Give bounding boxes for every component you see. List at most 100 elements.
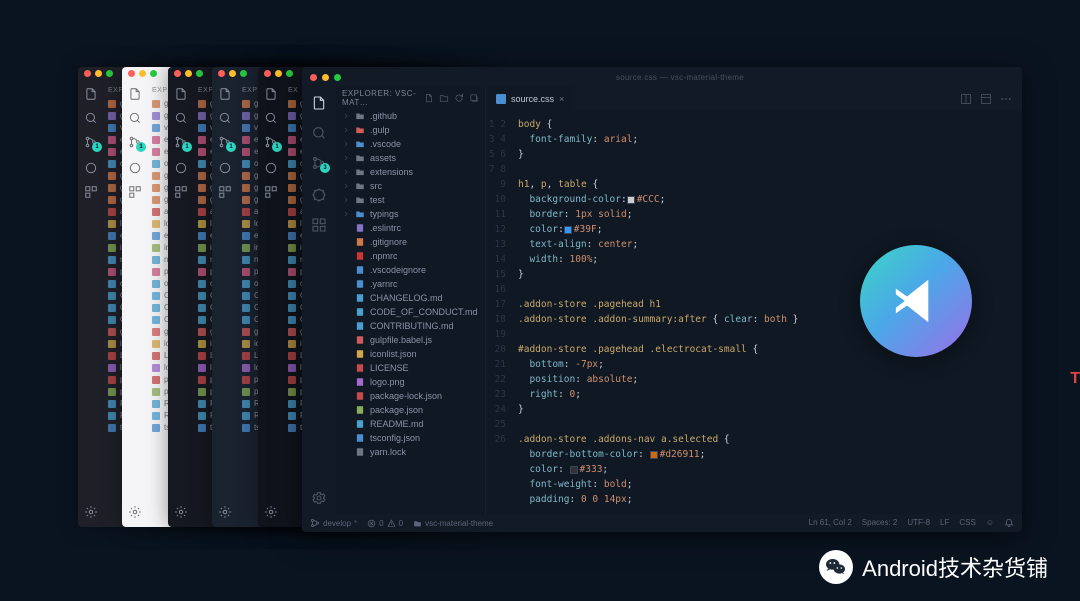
encoding[interactable]: UTF-8 [907, 518, 930, 528]
files-icon[interactable] [264, 87, 278, 101]
file-item[interactable]: logo.png [336, 375, 485, 389]
file-item[interactable]: .yarnrc [336, 277, 485, 291]
file-item[interactable]: README.md [336, 417, 485, 431]
folder-item[interactable]: src [336, 179, 485, 193]
file-item[interactable]: iconlist.json [336, 347, 485, 361]
gear-icon[interactable] [128, 505, 142, 519]
debug-icon[interactable] [174, 161, 188, 175]
collapse-all-icon[interactable] [469, 93, 479, 103]
extensions-icon[interactable] [311, 217, 327, 233]
chevron-right-icon [342, 196, 350, 204]
explorer-sidebar: EXPLORER: VSC-MAT… .github.gulp.vscodeas… [336, 87, 486, 514]
folder-item[interactable]: test [336, 193, 485, 207]
folder-item[interactable]: .github [336, 109, 485, 123]
file-icon [355, 279, 365, 289]
folder-item[interactable]: typings [336, 207, 485, 221]
indentation[interactable]: Spaces: 2 [862, 518, 898, 528]
file-name: .github [370, 111, 397, 121]
notifications-icon[interactable] [1004, 518, 1014, 528]
vscode-logo-orb [860, 245, 972, 357]
file-icon [355, 307, 365, 317]
search-icon[interactable] [311, 125, 327, 141]
file-item[interactable]: CODE_OF_CONDUCT.md [336, 305, 485, 319]
eol[interactable]: LF [940, 518, 949, 528]
file-name: .gulp [370, 125, 390, 135]
chevron-right-icon [342, 182, 350, 190]
file-item[interactable]: .eslintrc [336, 221, 485, 235]
files-icon[interactable] [218, 87, 232, 101]
search-icon[interactable] [218, 111, 232, 125]
extensions-icon[interactable] [264, 185, 278, 199]
files-icon[interactable] [174, 87, 188, 101]
debug-icon[interactable] [128, 161, 142, 175]
file-name: extensions [370, 167, 413, 177]
file-icon [355, 405, 365, 415]
file-icon [355, 433, 365, 443]
gear-icon[interactable] [264, 505, 278, 519]
more-icon[interactable] [1000, 93, 1012, 105]
feedback-icon[interactable]: ☺ [986, 518, 994, 528]
gear-icon[interactable] [174, 505, 188, 519]
source-control-icon[interactable]: 3 [311, 155, 327, 173]
file-item[interactable]: yarn.lock [336, 445, 485, 459]
close-icon[interactable]: × [559, 94, 564, 104]
file-item[interactable]: tsconfig.json [336, 431, 485, 445]
minimize-icon[interactable] [322, 74, 329, 81]
extensions-icon[interactable] [128, 185, 142, 199]
close-icon[interactable] [310, 74, 317, 81]
folder-icon [355, 209, 365, 219]
debug-icon[interactable] [218, 161, 232, 175]
files-icon[interactable] [84, 87, 98, 101]
debug-icon[interactable] [84, 161, 98, 175]
folder-item[interactable]: extensions [336, 165, 485, 179]
extensions-icon[interactable] [174, 185, 188, 199]
debug-icon[interactable] [311, 187, 327, 203]
gear-icon[interactable] [311, 490, 327, 506]
cursor-position[interactable]: Ln 61, Col 2 [809, 518, 852, 528]
file-item[interactable]: CONTRIBUTING.md [336, 319, 485, 333]
layout-icon[interactable] [980, 93, 992, 105]
extensions-icon[interactable] [218, 185, 232, 199]
file-item[interactable]: gulpfile.babel.js [336, 333, 485, 347]
search-icon[interactable] [84, 111, 98, 125]
branch-indicator[interactable]: develop* [310, 518, 357, 528]
project-indicator[interactable]: vsc-material-theme [413, 519, 493, 528]
folder-item[interactable]: .gulp [336, 123, 485, 137]
extensions-icon[interactable] [84, 185, 98, 199]
refresh-icon[interactable] [454, 93, 464, 103]
search-icon[interactable] [264, 111, 278, 125]
debug-icon[interactable] [264, 161, 278, 175]
new-folder-icon[interactable] [439, 93, 449, 103]
problems-indicator[interactable]: 0 0 [367, 519, 403, 528]
search-icon[interactable] [174, 111, 188, 125]
folder-icon [355, 139, 365, 149]
file-name: iconlist.json [370, 349, 417, 359]
file-item[interactable]: package-lock.json [336, 389, 485, 403]
files-icon[interactable] [311, 95, 327, 111]
file-item[interactable]: .gitignore [336, 235, 485, 249]
language-mode[interactable]: CSS [959, 518, 975, 528]
folder-icon [355, 167, 365, 177]
file-item[interactable]: package.json [336, 403, 485, 417]
search-icon[interactable] [128, 111, 142, 125]
file-item[interactable]: CHANGELOG.md [336, 291, 485, 305]
file-item[interactable]: .vscodeignore [336, 263, 485, 277]
file-name: test [370, 195, 385, 205]
file-icon [355, 265, 365, 275]
folder-item[interactable]: assets [336, 151, 485, 165]
maximize-icon[interactable] [334, 74, 341, 81]
tab-source-css[interactable]: source.css × [486, 87, 575, 111]
new-file-icon[interactable] [424, 93, 434, 103]
split-editor-icon[interactable] [960, 93, 972, 105]
file-item[interactable]: LICENSE [336, 361, 485, 375]
gear-icon[interactable] [218, 505, 232, 519]
folder-item[interactable]: .vscode [336, 137, 485, 151]
file-icon [355, 349, 365, 359]
file-icon [355, 251, 365, 261]
folder-icon [355, 195, 365, 205]
gear-icon[interactable] [84, 505, 98, 519]
files-icon[interactable] [128, 87, 142, 101]
file-name: assets [370, 153, 396, 163]
file-item[interactable]: .npmrc [336, 249, 485, 263]
file-icon [355, 363, 365, 373]
